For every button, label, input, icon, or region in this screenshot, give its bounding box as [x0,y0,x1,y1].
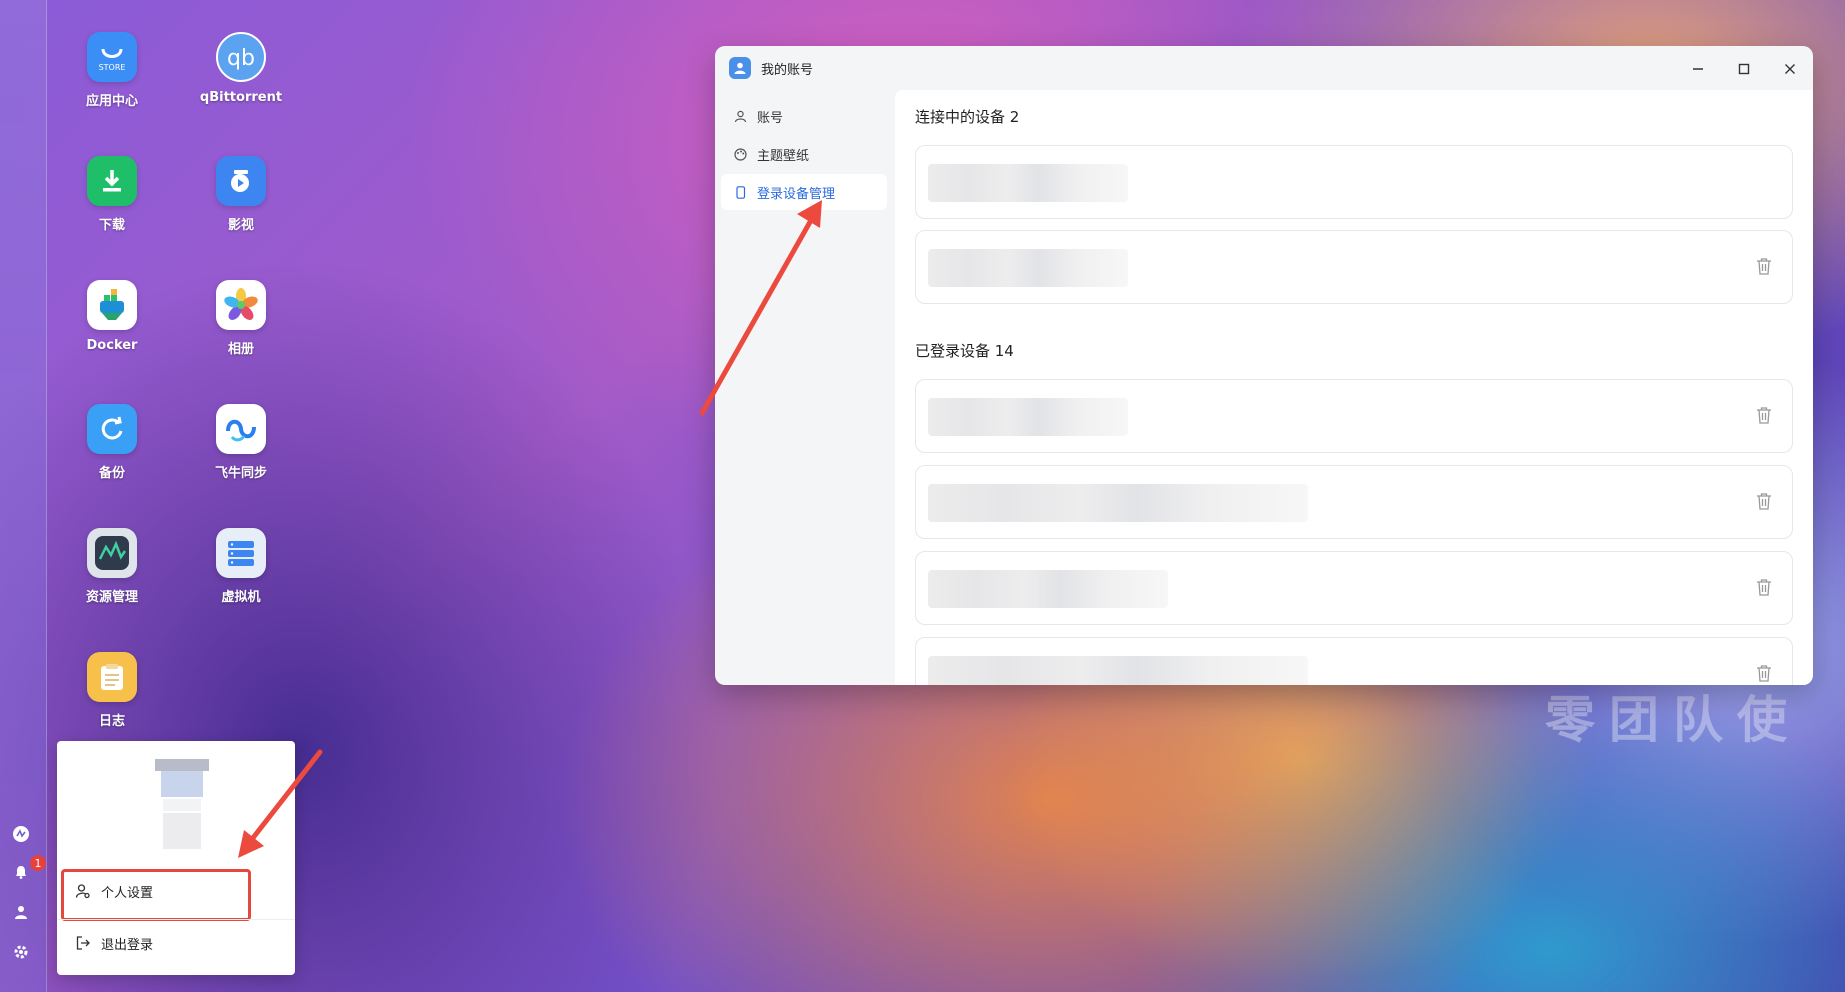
app-label: 下载 [98,218,125,233]
app-photos[interactable]: 相册 [186,280,296,357]
device-card[interactable] [915,145,1793,219]
trash-icon[interactable] [1756,664,1772,682]
nav-item-devices[interactable]: 登录设备管理 [721,174,887,210]
nav-item-theme[interactable]: 主题壁纸 [721,136,887,172]
log-icon [87,652,137,702]
user-avatar-redacted [155,759,209,849]
logout-item[interactable]: 退出登录 [63,923,295,963]
device-card[interactable] [915,551,1793,625]
app-video[interactable]: 影视 [186,156,296,233]
window-titlebar[interactable]: 我的账号 [715,46,1813,90]
video-icon [216,156,266,206]
device-info-redacted [928,570,1168,608]
app-label: 日志 [98,714,125,729]
device-card[interactable] [915,637,1793,685]
vm-icon [216,528,266,578]
settings-nav: 账号 主题壁纸 登录设备管理 [721,98,887,212]
nav-item-account[interactable]: 账号 [721,98,887,134]
connected-devices-title: 连接中的设备 2 [915,108,1020,126]
app-label: 虚拟机 [221,590,261,605]
app-label: 影视 [227,218,254,233]
user-icon [733,109,747,123]
app-log[interactable]: 日志 [57,652,167,729]
app-label: 资源管理 [85,590,138,605]
resource-monitor-icon [87,528,137,578]
device-info-redacted [928,164,1128,202]
fnos-logo-icon[interactable] [9,822,33,846]
app-label: 飞牛同步 [214,466,267,481]
palette-icon [733,147,747,161]
nav-item-label: 主题壁纸 [757,148,810,164]
logged-devices-title: 已登录设备 14 [915,342,1014,360]
trash-icon[interactable] [1756,257,1772,275]
trash-icon[interactable] [1756,578,1772,596]
app-store[interactable]: STORE 应用中心 [57,32,167,109]
app-label: 应用中心 [85,94,138,109]
backup-icon [87,404,137,454]
device-management-panel: 连接中的设备 2 已登录设备 14 [895,90,1813,685]
app-label: 备份 [98,466,125,481]
svg-text:qb: qb [227,46,255,71]
app-docker[interactable]: Docker [57,280,167,353]
trash-icon[interactable] [1756,406,1772,424]
watermark-text: 零团队使 [1545,690,1801,749]
device-card[interactable] [915,230,1793,304]
device-card[interactable] [915,379,1793,453]
nav-item-label: 账号 [757,110,784,126]
download-icon [87,156,137,206]
personal-settings-label: 个人设置 [101,885,154,901]
app-sync[interactable]: 飞牛同步 [186,404,296,481]
device-info-redacted [928,656,1308,685]
qbittorrent-icon: qb [216,32,266,82]
device-info-redacted [928,398,1128,436]
close-button[interactable] [1777,56,1803,82]
photos-icon [216,280,266,330]
account-window: 我的账号 账号 主题壁纸 登录设备管理 连接中的设备 2 已登录设备 14 [715,46,1813,685]
window-title: 我的账号 [761,62,814,78]
device-icon [733,185,747,199]
gear-icon[interactable] [9,940,33,964]
app-label: Docker [86,338,138,353]
user-menu-popup: 个人设置 退出登录 [57,741,295,975]
logout-icon [76,936,90,950]
app-label: qBittorrent [199,90,283,105]
app-vm[interactable]: 虚拟机 [186,528,296,605]
app-resource-monitor[interactable]: 资源管理 [57,528,167,605]
dock-strip [0,0,47,992]
user-icon[interactable] [9,900,33,924]
device-card[interactable] [915,465,1793,539]
logout-label: 退出登录 [101,937,154,953]
minimize-button[interactable] [1685,56,1711,82]
app-backup[interactable]: 备份 [57,404,167,481]
account-avatar-icon [729,57,751,79]
device-info-redacted [928,484,1308,522]
menu-divider [57,919,295,920]
app-download[interactable]: 下载 [57,156,167,233]
svg-text:STORE: STORE [99,63,126,72]
nav-item-label: 登录设备管理 [757,186,836,202]
personal-settings-item[interactable]: 个人设置 [63,871,295,911]
trash-icon[interactable] [1756,492,1772,510]
sync-icon [216,404,266,454]
docker-icon [87,280,137,330]
notification-badge: 1 [30,855,46,871]
device-info-redacted [928,249,1128,287]
app-label: 相册 [227,342,254,357]
maximize-button[interactable] [1731,56,1757,82]
store-icon: STORE [87,32,137,82]
app-qbittorrent[interactable]: qb qBittorrent [186,32,296,105]
user-settings-icon [75,884,90,899]
